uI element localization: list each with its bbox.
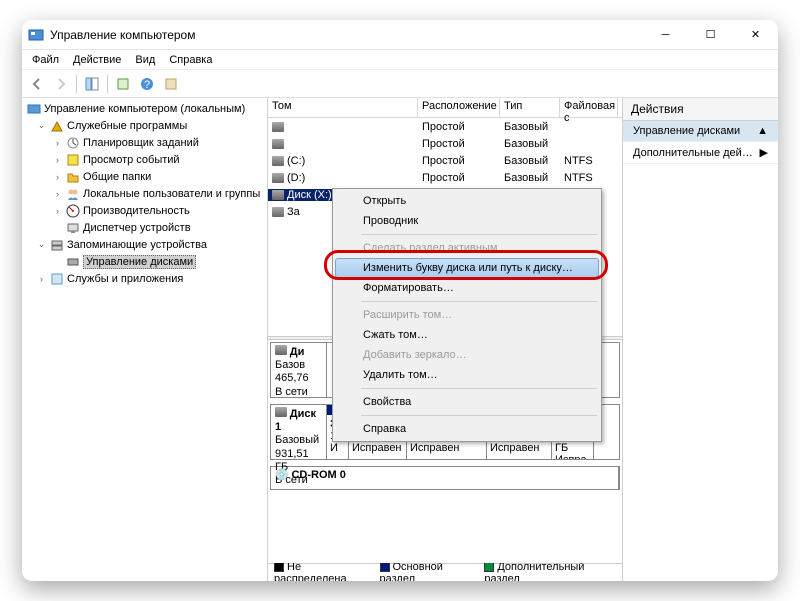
cdrom-0[interactable]: 💿 CD-ROM 0 [270,466,620,490]
disk-1-label: Диск 1Базовый931,51 ГБВ сети [271,405,327,459]
settings-button[interactable] [160,73,182,95]
ctx-separator [361,301,597,302]
disk-icon [275,407,287,417]
menubar: Файл Действие Вид Справка [22,50,778,70]
window-title: Управление компьютером [50,28,643,42]
ctx-add-mirror: Добавить зеркало… [335,345,599,365]
legend-extended-swatch [484,562,494,572]
tree-performance[interactable]: ›Производительность [22,202,267,219]
actions-header: Действия [623,98,778,121]
ctx-delete[interactable]: Удалить том… [335,365,599,385]
col-layout[interactable]: Расположение [418,98,500,117]
volume-header: Том Расположение Тип Файловая с [268,98,622,118]
show-hide-button[interactable] [81,73,103,95]
legend-primary-swatch [380,562,390,572]
cdrom-label: 💿 CD-ROM 0 [271,467,619,489]
disk-0-label: ДиБазов465,76В сети [271,343,327,397]
back-button[interactable] [26,73,48,95]
actions-disk-management[interactable]: Управление дисками▲ [623,121,778,142]
disk-icon [272,190,284,200]
context-menu: Открыть Проводник Сделать раздел активны… [332,188,602,442]
svg-text:?: ? [144,79,150,91]
ctx-shrink[interactable]: Сжать том… [335,325,599,345]
nav-tree: Управление компьютером (локальным) ⌄Служ… [22,98,268,581]
refresh-button[interactable] [112,73,134,95]
tree-root[interactable]: Управление компьютером (локальным) [22,100,267,117]
actions-pane: Действия Управление дисками▲ Дополнитель… [623,98,778,581]
help-button[interactable]: ? [136,73,158,95]
chevron-right-icon: ▶ [760,146,768,159]
tree-utilities[interactable]: ⌄Служебные программы [22,117,267,134]
volume-row[interactable]: (D:)ПростойБазовыйNTFS [268,169,622,186]
ctx-extend: Расширить том… [335,305,599,325]
tree-local-users[interactable]: ›Локальные пользователи и группы [22,185,267,202]
col-filesystem[interactable]: Файловая с [560,98,618,117]
ctx-change-letter[interactable]: Изменить букву диска или путь к диску… [335,258,599,278]
ctx-explorer[interactable]: Проводник [335,211,599,231]
menu-help[interactable]: Справка [163,52,218,68]
ctx-separator [361,415,597,416]
ctx-properties[interactable]: Свойства [335,392,599,412]
menu-file[interactable]: Файл [26,52,65,68]
tree-task-scheduler[interactable]: ›Планировщик заданий [22,134,267,151]
col-type[interactable]: Тип [500,98,560,117]
disk-icon [275,345,287,355]
tree-disk-management[interactable]: Управление дисками [22,253,267,270]
actions-more[interactable]: Дополнительные дей…▶ [623,142,778,164]
ctx-separator [361,388,597,389]
tree-device-manager[interactable]: Диспетчер устройств [22,219,267,236]
tree-event-viewer[interactable]: ›Просмотр событий [22,151,267,168]
disk-icon [272,173,284,183]
ctx-help[interactable]: Справка [335,419,599,439]
menu-action[interactable]: Действие [67,52,127,68]
volume-row[interactable]: (C:)ПростойБазовыйNTFS [268,152,622,169]
volume-row[interactable]: ПростойБазовый [268,135,622,152]
forward-button[interactable] [50,73,72,95]
legend-unallocated-swatch [274,562,284,572]
ctx-open[interactable]: Открыть [335,191,599,211]
app-icon [28,27,44,43]
ctx-make-active: Сделать раздел активным [335,238,599,258]
ctx-format[interactable]: Форматировать… [335,278,599,298]
disk-icon [272,207,284,217]
collapse-icon: ▲ [757,125,768,137]
tree-shared-folders[interactable]: ›Общие папки [22,168,267,185]
disk-icon [272,156,284,166]
disk-icon [272,122,284,132]
minimize-button[interactable]: ─ [643,20,688,50]
menu-view[interactable]: Вид [129,52,161,68]
cdrom-icon: 💿 [275,469,289,481]
col-volume[interactable]: Том [268,98,418,117]
toolbar: ? [22,70,778,98]
legend: Не распределена Основной раздел Дополнит… [268,563,622,581]
titlebar: Управление компьютером ─ ☐ ✕ [22,20,778,50]
maximize-button[interactable]: ☐ [688,20,733,50]
ctx-separator [361,234,597,235]
close-button[interactable]: ✕ [733,20,778,50]
tree-services-apps[interactable]: ›Службы и приложения [22,270,267,287]
disk-icon [272,139,284,149]
tree-storage[interactable]: ⌄Запоминающие устройства [22,236,267,253]
